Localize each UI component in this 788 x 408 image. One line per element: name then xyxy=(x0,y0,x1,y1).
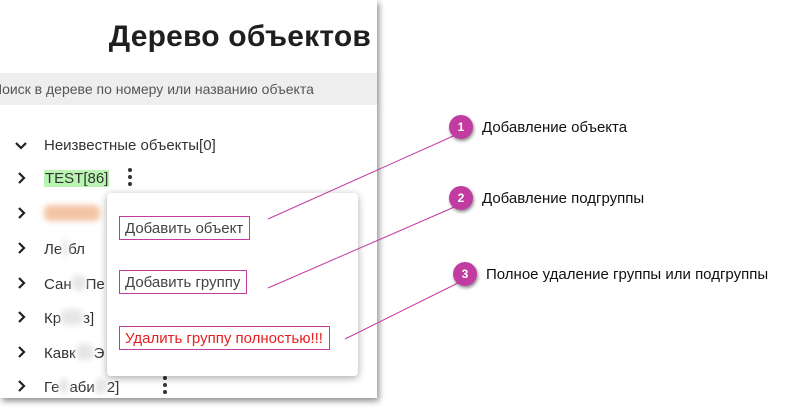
tree-item-label: Сан Пе xyxy=(44,275,105,293)
tree-item-unknown-objects[interactable]: Неизвестные объекты[0] xyxy=(0,133,377,159)
object-tree-panel: Дерево объектов Поиск в дереве по номеру… xyxy=(0,0,377,398)
chevron-right-icon[interactable] xyxy=(14,343,28,361)
chevron-right-icon[interactable] xyxy=(14,204,28,222)
delete-group-menu-item[interactable]: Удалить группу полностью!!! xyxy=(119,326,330,350)
chevron-right-icon[interactable] xyxy=(14,169,28,187)
chevron-down-icon[interactable] xyxy=(14,136,28,154)
redacted-text xyxy=(94,378,107,394)
page-title: Дерево объектов xyxy=(108,20,371,53)
tree-item-label: Ле бл xyxy=(44,240,85,258)
add-object-menu-item[interactable]: Добавить объект xyxy=(119,216,251,240)
redacted-text xyxy=(71,275,86,291)
tree-item-label: Кавк Э xyxy=(44,344,105,362)
callout-text-1: Добавление объекта xyxy=(482,119,628,136)
tree-item-label: Ге аби 2] xyxy=(44,378,120,396)
more-options-icon[interactable] xyxy=(162,376,168,396)
callout-text-3: Полное удаление группы или подгруппы xyxy=(486,266,769,283)
callout-badge-3: 3 xyxy=(453,262,477,286)
search-placeholder: Поиск в дереве по номеру или названию об… xyxy=(0,81,314,97)
chevron-right-icon[interactable] xyxy=(14,308,28,326)
tree-item-label: Кр з] xyxy=(44,309,95,327)
tree-item-label: TEST[86] xyxy=(44,170,110,187)
tree-item[interactable]: Ге аби 2] xyxy=(0,374,377,398)
redacted-text xyxy=(62,240,69,256)
tree-item-label: Неизвестные объекты[0] xyxy=(44,137,216,154)
context-menu: Добавить объект Добавить группу Удалить … xyxy=(107,193,358,376)
redacted-text xyxy=(59,378,70,394)
chevron-right-icon[interactable] xyxy=(14,274,28,292)
tree-item-label xyxy=(44,205,100,223)
add-group-menu-item[interactable]: Добавить группу xyxy=(119,270,248,294)
chevron-right-icon[interactable] xyxy=(14,377,28,395)
chevron-right-icon[interactable] xyxy=(14,239,28,257)
more-options-icon[interactable] xyxy=(127,168,133,188)
callout-badge-1: 1 xyxy=(449,115,473,139)
callout-badge-2: 2 xyxy=(449,186,473,210)
redacted-text xyxy=(44,205,100,221)
redacted-text xyxy=(75,344,94,360)
tree-item-test[interactable]: TEST[86] xyxy=(0,166,377,192)
tree-search-input[interactable]: Поиск в дереве по номеру или названию об… xyxy=(0,73,377,105)
redacted-text xyxy=(61,309,84,325)
callout-text-2: Добавление подгруппы xyxy=(482,190,645,207)
